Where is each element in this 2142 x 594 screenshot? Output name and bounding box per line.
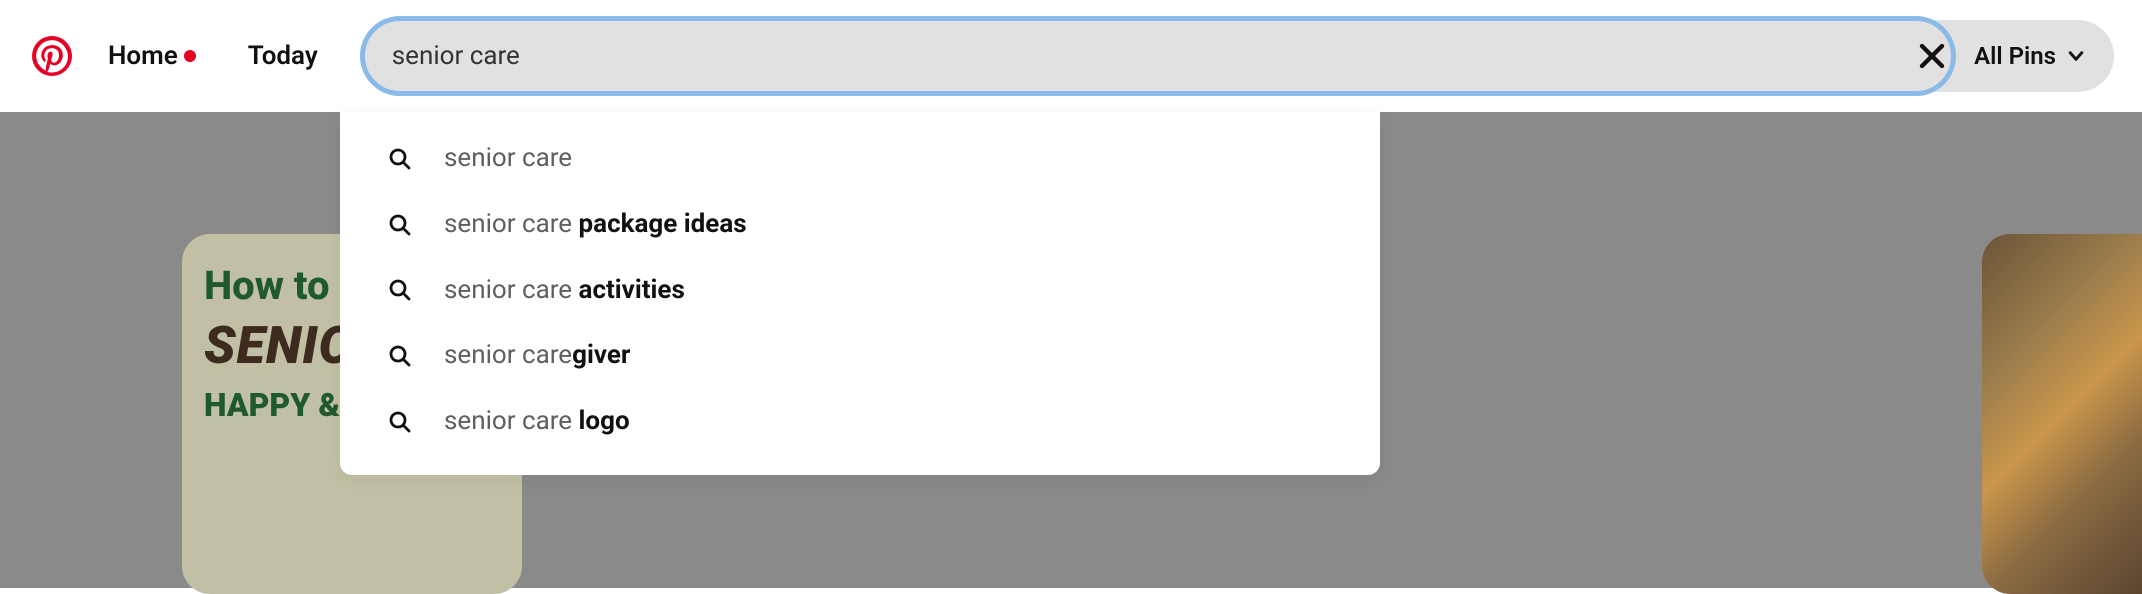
search-icon [388, 410, 412, 434]
nav-home-label: Home [108, 41, 178, 71]
clear-search-button[interactable] [1908, 32, 1956, 80]
search-pill: All Pins [360, 20, 2114, 92]
nav-home[interactable]: Home [88, 29, 216, 83]
autocomplete-item[interactable]: senior caregiver [340, 323, 1380, 389]
autocomplete-text: senior care activities [444, 274, 685, 308]
search-icon [388, 344, 412, 368]
autocomplete-dropdown: senior care senior care package ideas se… [340, 112, 1380, 475]
header-bar: Home Today All Pins [0, 0, 2142, 112]
autocomplete-item[interactable]: senior care activities [340, 258, 1380, 324]
autocomplete-text: senior care logo [444, 405, 630, 439]
search-filter-dropdown[interactable]: All Pins [1960, 32, 2100, 80]
chevron-down-icon [2066, 46, 2086, 66]
logo[interactable] [28, 32, 76, 80]
search-inner [360, 41, 1908, 71]
search-filter-label: All Pins [1974, 42, 2056, 70]
autocomplete-item[interactable]: senior care logo [340, 389, 1380, 455]
feed-pin-card[interactable] [1982, 234, 2142, 594]
search-input[interactable] [392, 41, 1888, 71]
close-icon [1917, 41, 1947, 71]
search-icon [388, 213, 412, 237]
autocomplete-item[interactable]: senior care [340, 126, 1380, 192]
autocomplete-text: senior caregiver [444, 339, 630, 373]
search-icon [388, 278, 412, 302]
pinterest-logo-icon [32, 36, 72, 76]
autocomplete-item[interactable]: senior care package ideas [340, 192, 1380, 258]
nav-today[interactable]: Today [228, 29, 338, 83]
autocomplete-text: senior care package ideas [444, 208, 747, 242]
search-icon [388, 147, 412, 171]
notification-dot-icon [184, 50, 196, 62]
nav-today-label: Today [248, 41, 318, 71]
autocomplete-text: senior care [444, 142, 572, 176]
